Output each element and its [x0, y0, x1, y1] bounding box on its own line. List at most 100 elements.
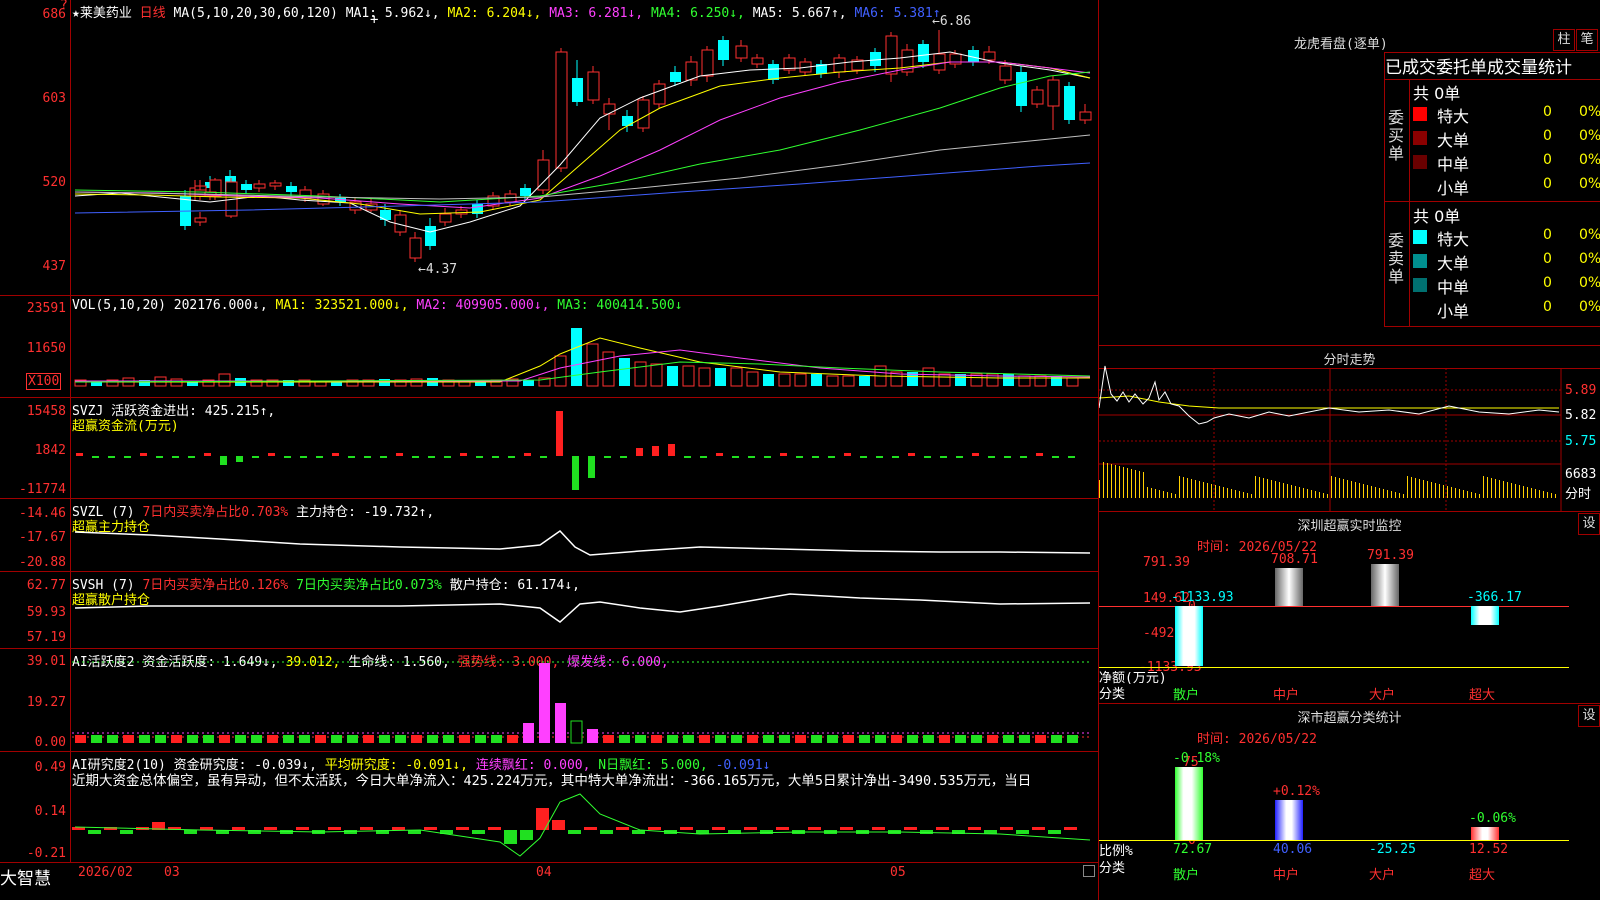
research-bar: [680, 827, 693, 830]
fenshi-vol-bar: [1311, 490, 1312, 498]
monitor-bar-label: 791.39: [1367, 548, 1414, 564]
activity-bar: [891, 735, 902, 743]
fenshi-vol-bar: [1239, 491, 1240, 498]
research-bar: [584, 827, 597, 830]
activity-bar: [283, 735, 294, 743]
candle: [587, 71, 600, 101]
fenshi-vol-bar: [1479, 494, 1480, 498]
flow-bar: [620, 456, 627, 458]
fenshi-vol-bar: [1535, 489, 1536, 498]
candle: [735, 45, 748, 59]
order-row-pct: 0%: [1579, 299, 1600, 315]
fenshi-vol-bar: [1463, 490, 1464, 498]
order-row-pct: 0%: [1579, 275, 1600, 291]
research-bar: [936, 827, 949, 830]
volume-chart: [74, 328, 1091, 387]
fenshi-vol-bar: [1323, 493, 1324, 498]
flow-bar: [492, 456, 499, 458]
research-bar: [552, 820, 565, 830]
fenshi-vol-bar: [1235, 490, 1236, 498]
fenshi-vol-bar: [1343, 479, 1344, 498]
volume-bar: [763, 374, 774, 386]
flow-bar: [572, 456, 579, 490]
classify-bar: [1275, 799, 1303, 840]
activity-bar: [427, 735, 438, 743]
tick-mode-button[interactable]: 笔: [1576, 29, 1598, 51]
tab-done[interactable]: 已成交: [1385, 58, 1436, 78]
order-row-count: 0: [1543, 128, 1552, 144]
tab-stats[interactable]: 统计: [1538, 58, 1572, 78]
kline-chart[interactable]: [0, 0, 1098, 295]
order-row-count: 0: [1543, 227, 1552, 243]
flow-bar: [732, 456, 739, 458]
activity-bar: [859, 735, 870, 743]
fenshi-vol-bar: [1195, 480, 1196, 498]
flow-bar: [1020, 456, 1027, 458]
flow-bar: [188, 456, 195, 458]
lock-icon[interactable]: [1083, 865, 1095, 877]
fenshi-vol-bar: [1363, 484, 1364, 498]
research-bar: [840, 827, 853, 830]
candle: [241, 184, 252, 190]
tab-order[interactable]: 委托单: [1436, 58, 1487, 78]
fenshi-vol-bar: [1475, 493, 1476, 498]
activity-bar: [955, 735, 966, 743]
classify-panel[interactable]: 深市超赢分类统计 设 时间: 2026/05/22 75 50 25 0 比例%…: [1099, 704, 1600, 900]
svzj-pane[interactable]: SVZJ 活跃资金进出: 425.215↑, 超赢资金流(万元) 15458 1…: [0, 398, 1098, 499]
longhu-title: 龙虎看盘(逐单): [1294, 37, 1388, 52]
fenshi-panel[interactable]: 分时走势 5.89 5.82 5.75 6683 分时: [1099, 346, 1600, 512]
monitor-bar: [1471, 606, 1499, 626]
activity-bar: [523, 723, 534, 743]
fenshi-vol-bar: [1515, 484, 1516, 498]
fenshi-vol-bar: [1423, 480, 1424, 498]
fenshi-vol-bar: [1435, 483, 1436, 498]
volume-bar: [571, 328, 582, 386]
volume-bar: [859, 376, 870, 386]
x-label: 05: [890, 865, 906, 880]
longhu-panel[interactable]: 龙虎看盘(逐单) 柱 笔 已成交委托单成交量统计 委买单 共 0单 特大 0 0% 大…: [1099, 0, 1600, 346]
ai-active-chart: [72, 661, 1090, 744]
monitor-panel[interactable]: 深圳超赢实时监控 设 时间: 2026/05/22 791.39 149.62 …: [1099, 512, 1600, 704]
ai-research-pane[interactable]: AI研究度2(10) 资金研究度: -0.039↓, 平均研究度: -0.091…: [0, 752, 1098, 863]
bar-mode-button[interactable]: 柱: [1553, 29, 1575, 51]
activity-bar: [971, 735, 982, 743]
activity-bar: [331, 735, 342, 743]
tab-volume[interactable]: 成交量: [1487, 58, 1538, 78]
volume-bar: [1018, 375, 1031, 387]
volume-pane[interactable]: VOL(5,10,20) 202176.000↓, MA1: 323521.00…: [0, 296, 1098, 398]
activity-bar: [251, 735, 262, 743]
volume-bar: [778, 373, 791, 387]
candle: [983, 51, 996, 61]
fenshi-vol-bar: [1503, 481, 1504, 498]
candle: [751, 57, 764, 65]
candle: [870, 52, 881, 66]
kline-pane[interactable]: ? ★莱美药业 日线 MA(5,10,20,30,60,120) MA1: 5.…: [0, 0, 1098, 296]
activity-bar: [107, 735, 118, 743]
fenshi-vol-bar: [1539, 490, 1540, 498]
fenshi-vol-bar: [1411, 477, 1412, 498]
fenshi-chart[interactable]: [1099, 346, 1600, 511]
svsh-pane[interactable]: SVSH (7) 7日内买卖净占比0.126% 7日内买卖净占比0.073% 散…: [0, 572, 1098, 649]
candle: [194, 217, 207, 223]
color-swatch: [1413, 131, 1427, 145]
fenshi-vol-bar: [1155, 489, 1156, 498]
fenshi-vol-bar: [1147, 487, 1148, 498]
fenshi-vol-bar: [1131, 469, 1132, 498]
activity-bar: [763, 735, 774, 743]
activity-bar: [795, 735, 806, 743]
order-row-label: 特大: [1437, 107, 1470, 126]
fenshi-vol-bar: [1419, 479, 1420, 498]
svzl-pane[interactable]: SVZL (7) 7日内买卖净占比0.703% 主力持仓: -19.732↑, …: [0, 499, 1098, 572]
activity-bar: [699, 735, 710, 743]
fenshi-vol-bar: [1299, 487, 1300, 498]
fenshi-vol-bar: [1391, 491, 1392, 498]
longhu-tabs[interactable]: 已成交委托单成交量统计: [1384, 52, 1600, 80]
activity-bar: [651, 735, 662, 743]
brand-logo[interactable]: 大智慧: [0, 864, 51, 889]
flow-bar: [668, 444, 675, 456]
activity-bar: [570, 720, 583, 744]
volume-bar: [1066, 377, 1079, 387]
ai-active-pane[interactable]: AI活跃度2 资金活跃度: 1.649↓, 39.012, 生命线: 1.560…: [0, 649, 1098, 752]
research-bar: [520, 830, 533, 840]
fenshi-vol-bar: [1331, 476, 1332, 498]
